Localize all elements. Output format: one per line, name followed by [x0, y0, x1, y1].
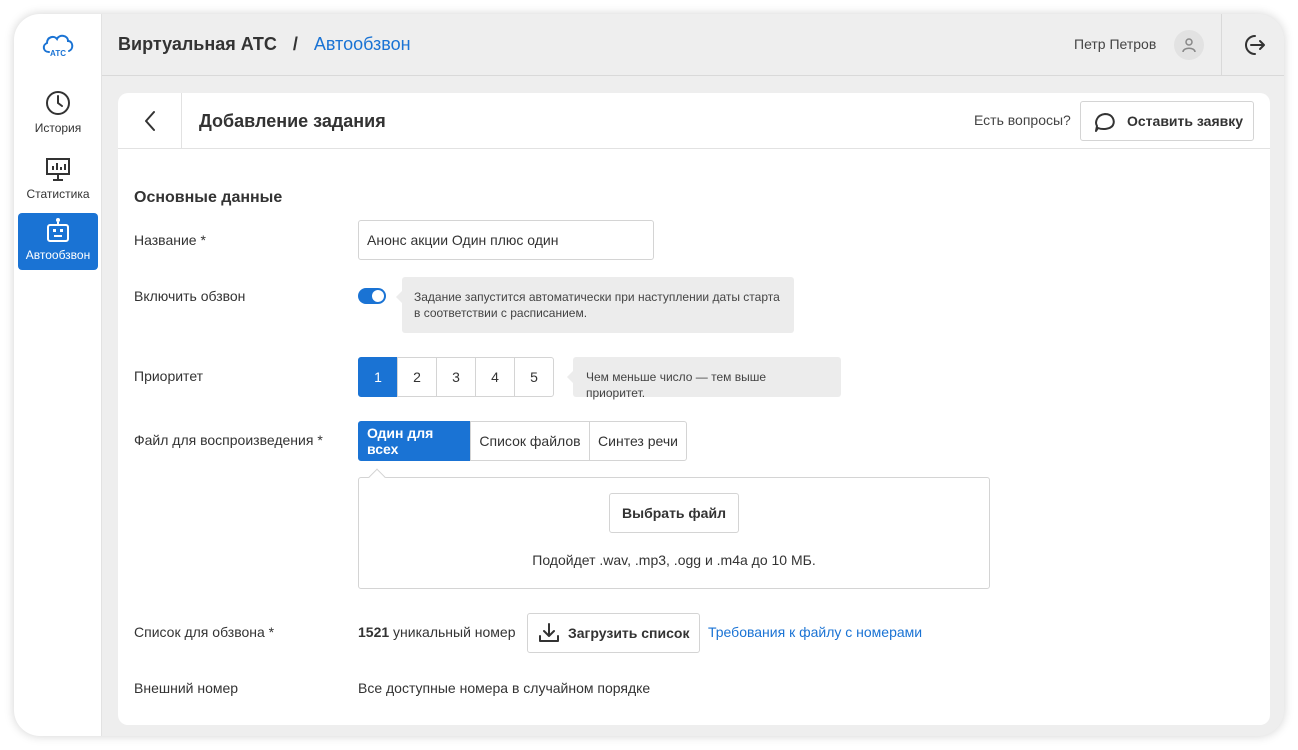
sidebar-item-label: История [34, 121, 82, 135]
chart-monitor-icon [46, 158, 70, 181]
priority-selector: 1 2 3 4 5 [358, 357, 554, 397]
card-header: Добавление задания Есть вопросы? Оставит… [118, 93, 1270, 149]
hint-arrow [396, 291, 402, 303]
enable-toggle[interactable] [358, 288, 386, 304]
leave-request-label: Оставить заявку [1127, 113, 1244, 129]
chevron-left-icon [144, 111, 155, 131]
cloud-logo-icon: АТС [42, 34, 74, 58]
user-icon [1182, 38, 1196, 53]
priority-hint: Чем меньше число — тем выше приоритет. [567, 357, 841, 400]
enable-label: Включить обзвон [134, 288, 246, 304]
sidebar-item-label: Статистика [26, 187, 90, 201]
priority-option-1[interactable]: 1 [358, 357, 398, 397]
back-button[interactable] [118, 93, 182, 149]
toggle-knob [372, 290, 384, 302]
priority-hint-text: Чем меньше число — тем выше приоритет. [586, 370, 767, 400]
file-format-note: Подойдет .wav, .mp3, .ogg и .m4a до 10 М… [532, 552, 816, 568]
enable-hint: Задание запустится автоматически при нас… [396, 277, 794, 333]
playback-mode-tabs: Один для всех Список файлов Синтез речи [358, 421, 687, 461]
questions-text: Есть вопросы? [974, 112, 1071, 128]
external-number-label: Внешний номер [134, 680, 239, 696]
unique-numbers-count: 1521 уникальный номер [358, 624, 516, 640]
sidebar-item-label: Автообзвон [25, 248, 91, 262]
name-input[interactable] [358, 220, 654, 260]
sidebar: АТС История Статистика Автообзвон [14, 14, 102, 736]
tab-file-list[interactable]: Список файлов [470, 421, 590, 461]
logo-text: АТС [50, 49, 66, 58]
section-title: Основные данные [134, 189, 283, 206]
upload-box-notch [368, 468, 386, 486]
top-bar: Виртуальная АТС / Автообзвон Петр Петров [102, 14, 1284, 76]
leave-request-button[interactable]: Оставить заявку [1080, 101, 1254, 141]
download-icon [539, 623, 559, 642]
tab-speech-synthesis[interactable]: Синтез речи [589, 421, 687, 461]
logo[interactable]: АТС [40, 30, 76, 60]
count-suffix: уникальный номер [389, 624, 516, 640]
sidebar-item-statistics[interactable]: Статистика [18, 152, 98, 209]
enable-hint-text: Задание запустится автоматически при нас… [414, 290, 780, 320]
logout-icon[interactable] [1242, 33, 1266, 57]
hint-arrow [567, 371, 573, 383]
breadcrumb-separator: / [292, 34, 298, 54]
priority-option-4[interactable]: 4 [475, 357, 515, 397]
breadcrumb: Виртуальная АТС / Автообзвон [118, 34, 411, 55]
avatar[interactable] [1174, 30, 1204, 60]
tab-one-for-all[interactable]: Один для всех [358, 421, 471, 461]
file-requirements-link[interactable]: Требования к файлу с номерами [708, 624, 922, 640]
clock-icon [46, 91, 70, 115]
playback-label: Файл для воспроизведения * [134, 432, 323, 448]
file-upload-area: Выбрать файл Подойдет .wav, .mp3, .ogg и… [358, 468, 990, 589]
external-number-value: Все доступные номера в случайном порядке [358, 680, 651, 696]
priority-option-5[interactable]: 5 [514, 357, 554, 397]
page-title: Добавление задания [199, 111, 386, 131]
divider [1221, 14, 1222, 76]
breadcrumb-root[interactable]: Виртуальная АТС [118, 34, 277, 55]
choose-file-button[interactable]: Выбрать файл [609, 493, 739, 533]
count-value: 1521 [358, 624, 390, 640]
priority-label: Приоритет [134, 368, 204, 384]
user-name[interactable]: Петр Петров [1074, 36, 1156, 52]
sidebar-item-autodial[interactable]: Автообзвон [18, 213, 98, 270]
breadcrumb-current[interactable]: Автообзвон [314, 34, 411, 55]
upload-list-label: Загрузить список [568, 625, 690, 641]
sidebar-item-history[interactable]: История [18, 86, 98, 143]
robot-icon [47, 218, 69, 242]
call-list-label: Список для обзвона * [134, 624, 275, 640]
priority-option-2[interactable]: 2 [397, 357, 437, 397]
name-label: Название * [134, 232, 206, 248]
priority-option-3[interactable]: 3 [436, 357, 476, 397]
upload-list-button[interactable]: Загрузить список [527, 613, 700, 653]
app-window: АТС История Статистика Автообзвон Виртуа… [14, 14, 1284, 736]
chat-bubble-icon [1095, 113, 1115, 132]
content-card: Добавление задания Есть вопросы? Оставит… [118, 93, 1270, 725]
